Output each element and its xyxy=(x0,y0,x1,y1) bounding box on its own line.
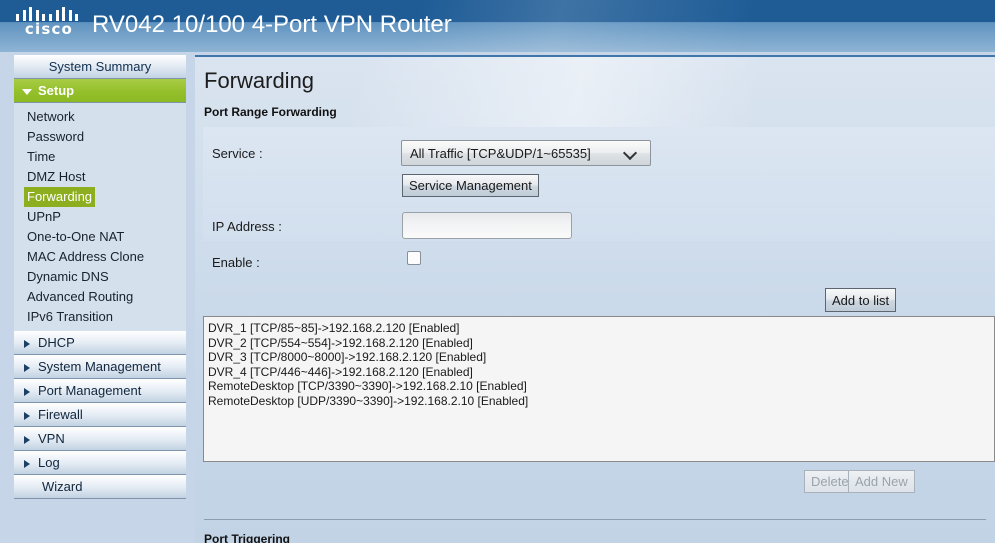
port-range-forwarding-form: Service : All Traffic [TCP&UDP/1~65535] … xyxy=(203,127,995,270)
sidebar-setup-items: Network Password Time DMZ Host Forwarding UPn… xyxy=(14,103,186,331)
ip-address-input[interactable] xyxy=(402,212,572,239)
sidebar-item-label: Network xyxy=(27,109,75,124)
page-title: Forwarding xyxy=(204,68,315,93)
enable-label: Enable : xyxy=(212,255,260,270)
sidebar-item-label: Forwarding xyxy=(24,187,96,207)
sidebar-item-label: Dynamic DNS xyxy=(27,269,109,284)
service-select[interactable]: All Traffic [TCP&UDP/1~65535] xyxy=(401,140,651,166)
list-item[interactable]: DVR_3 [TCP/8000~8000]->192.168.2.120 [En… xyxy=(208,350,994,365)
enable-checkbox[interactable] xyxy=(407,251,421,265)
list-item[interactable]: DVR_2 [TCP/554~554]->192.168.2.120 [Enab… xyxy=(208,336,994,351)
section-title-port-range-forwarding: Port Range Forwarding xyxy=(204,105,337,119)
sidebar-item-one-to-one-nat[interactable]: One-to-One NAT xyxy=(14,227,186,247)
add-new-button[interactable]: Add New xyxy=(848,470,915,493)
sidebar-group-log[interactable]: Log xyxy=(14,451,186,475)
add-to-list-button[interactable]: Add to list xyxy=(825,288,897,312)
cisco-bridge-icon xyxy=(16,7,82,21)
sidebar-group-setup[interactable]: Setup xyxy=(14,79,186,103)
cisco-logo: cisco xyxy=(14,7,84,45)
main-content: Forwarding Port Range Forwarding Service… xyxy=(195,55,995,543)
sidebar-item-advanced-routing[interactable]: Advanced Routing xyxy=(14,287,186,307)
chevron-right-icon xyxy=(24,388,30,396)
sidebar-item-label: DMZ Host xyxy=(27,169,86,184)
router-admin-page: cisco RV042 10/100 4-Port VPN Router Sys… xyxy=(0,0,995,543)
sidebar-group-label: DHCP xyxy=(38,335,75,350)
sidebar-item-mac-address-clone[interactable]: MAC Address Clone xyxy=(14,247,186,267)
product-title: RV042 10/100 4-Port VPN Router xyxy=(92,11,452,38)
service-label: Service : xyxy=(212,146,263,161)
sidebar-collapsed-groups: DHCP System Management Port Management Fire… xyxy=(14,331,186,499)
section-title-port-triggering: Port Triggering xyxy=(204,532,291,543)
cisco-wordmark: cisco xyxy=(24,20,74,38)
sidebar-group-label: System Management xyxy=(38,359,161,374)
sidebar-item-password[interactable]: Password xyxy=(14,127,186,147)
ip-address-label: IP Address : xyxy=(212,219,282,234)
sidebar-item-time[interactable]: Time xyxy=(14,147,186,167)
chevron-right-icon xyxy=(24,412,30,420)
sidebar-group-setup-label: Setup xyxy=(38,83,75,98)
sidebar-nav: System Summary Setup Network Password Time… xyxy=(14,55,186,543)
sidebar-item-label: MAC Address Clone xyxy=(27,249,145,264)
sidebar-group-label: Log xyxy=(38,455,60,470)
sidebar-group-port-management[interactable]: Port Management xyxy=(14,379,186,403)
list-item[interactable]: RemoteDesktop [UDP/3390~3390]->192.168.2… xyxy=(208,394,994,409)
sidebar-item-system-summary[interactable]: System Summary xyxy=(14,55,186,79)
app-header: cisco RV042 10/100 4-Port VPN Router xyxy=(0,0,995,52)
sidebar-item-label: IPv6 Transition xyxy=(27,309,113,324)
sidebar-group-dhcp[interactable]: DHCP xyxy=(14,331,186,355)
chevron-right-icon xyxy=(24,460,30,468)
sidebar-item-network[interactable]: Network xyxy=(14,107,186,127)
sidebar-filler xyxy=(14,499,186,543)
chevron-right-icon xyxy=(24,436,30,444)
chevron-right-icon xyxy=(24,340,30,348)
chevron-down-icon xyxy=(22,89,32,95)
sidebar-group-firewall[interactable]: Firewall xyxy=(14,403,186,427)
sidebar-item-label: Advanced Routing xyxy=(27,289,134,304)
section-divider xyxy=(204,519,986,520)
sidebar-item-forwarding[interactable]: Forwarding xyxy=(14,187,186,207)
sidebar-group-label: Firewall xyxy=(38,407,83,422)
content-gloss xyxy=(195,57,995,131)
list-item[interactable]: DVR_4 [TCP/446~446]->192.168.2.120 [Enab… xyxy=(208,365,994,380)
service-management-button[interactable]: Service Management xyxy=(402,174,539,197)
sidebar-item-label: Password xyxy=(27,129,85,144)
list-item[interactable]: DVR_1 [TCP/85~85]->192.168.2.120 [Enable… xyxy=(208,321,994,336)
sidebar-item-label: UPnP xyxy=(27,209,61,224)
sidebar-group-label: VPN xyxy=(38,431,65,446)
sidebar-group-wizard[interactable]: Wizard xyxy=(14,475,186,499)
sidebar-group-system-management[interactable]: System Management xyxy=(14,355,186,379)
sidebar-group-label: Wizard xyxy=(42,479,83,494)
sidebar-group-label: Port Management xyxy=(38,383,142,398)
chevron-right-icon xyxy=(24,364,30,372)
sidebar-item-upnp[interactable]: UPnP xyxy=(14,207,186,227)
forwarding-rules-list[interactable]: DVR_1 [TCP/85~85]->192.168.2.120 [Enable… xyxy=(203,316,995,462)
sidebar-item-label: One-to-One NAT xyxy=(27,229,125,244)
sidebar-item-label: Time xyxy=(27,149,56,164)
list-item[interactable]: RemoteDesktop [TCP/3390~3390]->192.168.2… xyxy=(208,379,994,394)
sidebar-item-dynamic-dns[interactable]: Dynamic DNS xyxy=(14,267,186,287)
sidebar-item-ipv6-transition[interactable]: IPv6 Transition xyxy=(14,307,186,327)
sidebar-item-dmz-host[interactable]: DMZ Host xyxy=(14,167,186,187)
sidebar-group-vpn[interactable]: VPN xyxy=(14,427,186,451)
